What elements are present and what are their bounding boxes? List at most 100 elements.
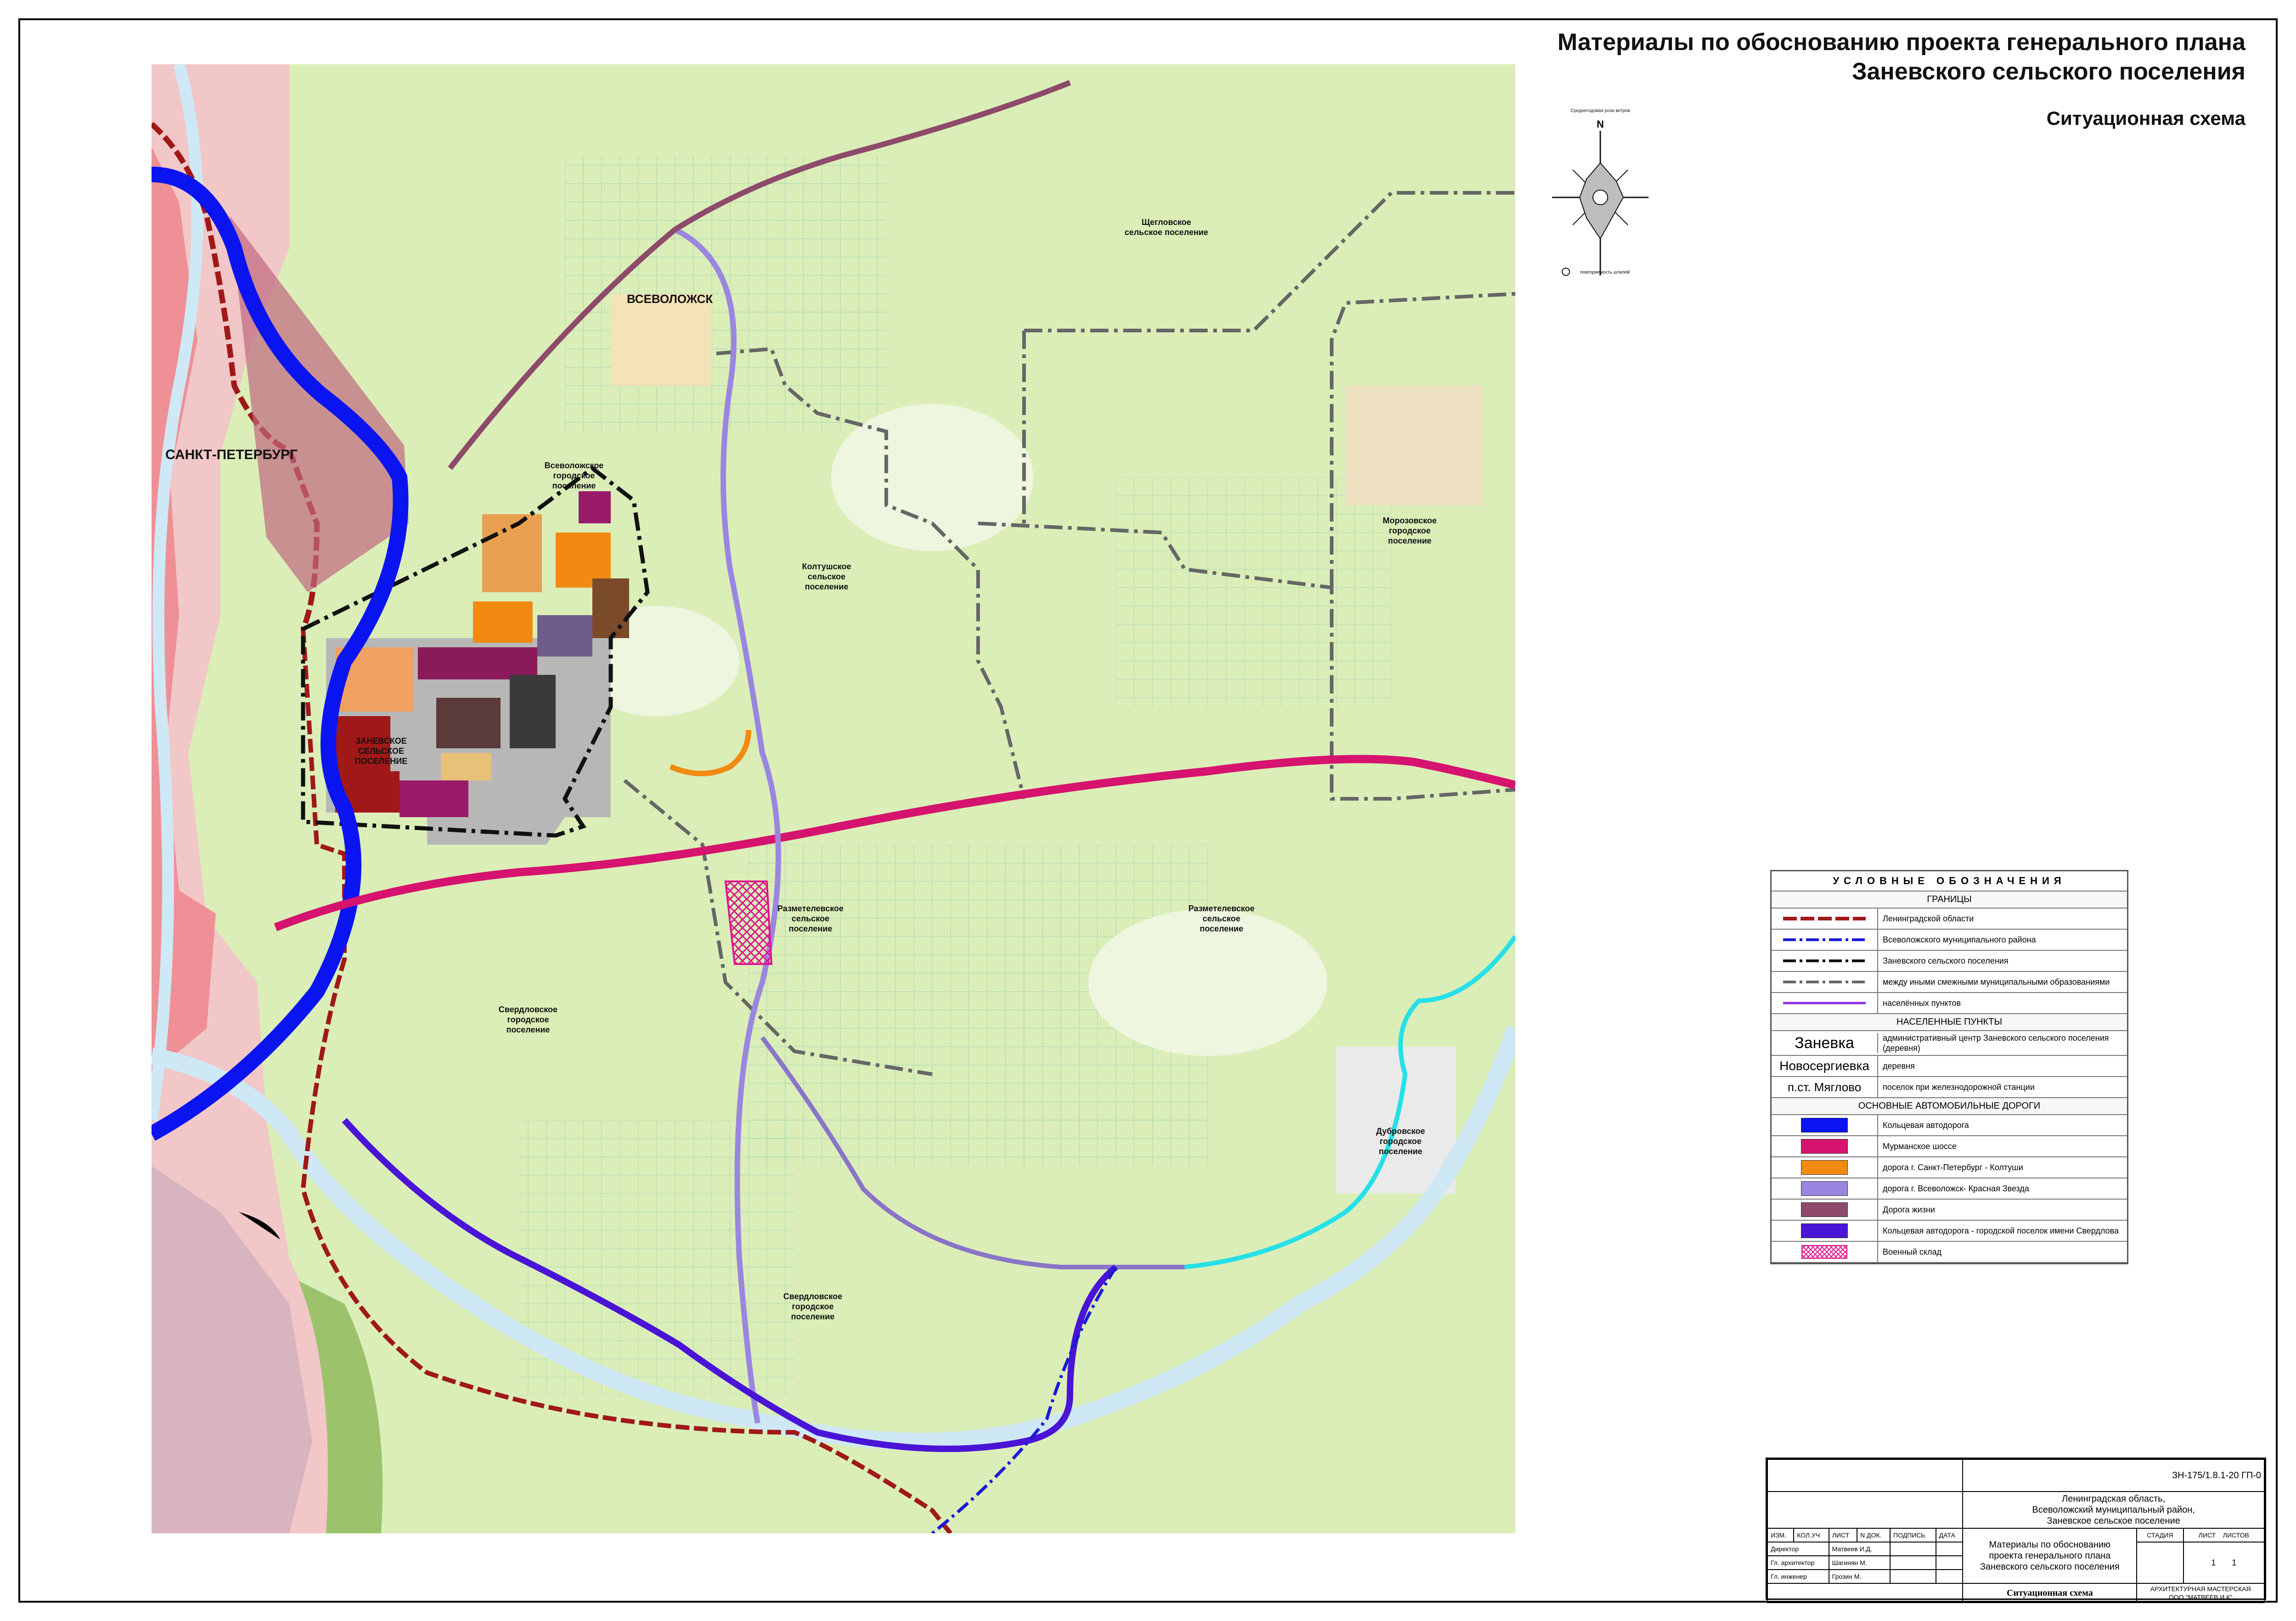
stamp-stage-label: СТАДИЯ — [2136, 1528, 2184, 1542]
legend-road-label: Кольцевая автодорога - городской поселок… — [1883, 1226, 2119, 1235]
label-dubrovskoe-3: поселение — [1379, 1147, 1423, 1156]
stamp-region-1: Ленинградская область, — [2062, 1494, 2166, 1504]
label-razmetelevskoe-e-2: сельское — [1203, 914, 1240, 923]
label-koltushskoe-2: сельское — [808, 572, 845, 581]
stamp-name: Шагинян М. — [1828, 1555, 1891, 1570]
legend-settlement-label: деревня — [1883, 1061, 1915, 1071]
legend-road-label: дорога г. Всеволожск- Красная Звезда — [1883, 1184, 2029, 1193]
legend-row-road: Мурманское шоссе — [1772, 1136, 2127, 1157]
legend-row-road: Кольцевая автодорога - городской поселок… — [1772, 1221, 2127, 1242]
label-dubrovskoe-2: городское — [1380, 1137, 1422, 1146]
stamp-firm-2: ООО "МАТВЕЕВ И К" — [2168, 1593, 2233, 1601]
stamp-region-2: Всеволожский муниципальный район, — [2032, 1505, 2195, 1515]
legend-settlement-symbol: Заневка — [1795, 1034, 1854, 1052]
label-sverdlovskoe-s-3: поселение — [791, 1312, 835, 1321]
stamp-col: ЛИСТ — [1828, 1528, 1858, 1542]
legend-row-road: Кольцевая автодорога — [1772, 1115, 2127, 1136]
label-sverdlovskoe-w-1: Свердловское — [499, 1005, 557, 1014]
label-sverdlovskoe-s-2: городское — [792, 1302, 834, 1311]
stamp-col: ДАТА — [1935, 1528, 1964, 1542]
stamp-sheet-label: ЛИСТ — [2198, 1531, 2216, 1539]
stamp-name: Грозин М. — [1828, 1569, 1891, 1584]
legend-border-label: Всеволожского муниципального района — [1883, 935, 2036, 944]
label-razmetelevskoe-w-3: поселение — [789, 924, 833, 933]
compass-label-top: Среднегодовая роза ветров — [1570, 108, 1630, 113]
legend-border-label: Ленинградской области — [1883, 914, 1974, 923]
legend-border-label: населённых пунктов — [1883, 998, 1961, 1008]
stamp-name: Матвеев И.Д. — [1828, 1542, 1891, 1556]
legend-row-zanevskoe-border: Заневского сельского поселения — [1772, 951, 2127, 972]
label-razmetelevskoe-e-1: Разметелевское — [1188, 904, 1255, 913]
title-block: Материалы по обоснованию проекта генерал… — [1558, 28, 2245, 129]
legend-row-settlement-border: населённых пунктов — [1772, 993, 2127, 1014]
stamp-code: ЗН-175/1.8.1-20 ГП-0 — [1962, 1459, 2265, 1492]
legend-row-district-border: Всеволожского муниципального района — [1772, 930, 2127, 951]
label-saint-petersburg: САНКТ-ПЕТЕРБУРГ — [165, 447, 298, 462]
legend-header: УСЛОВНЫЕ ОБОЗНАЧЕНИЯ — [1772, 871, 2127, 892]
label-shcheglovskoe-1: Щегловское — [1142, 218, 1191, 227]
legend-settlement-label: поселок при железнодорожной станции — [1883, 1083, 2035, 1092]
legend-row-village: Новосергиевка деревня — [1772, 1056, 2127, 1077]
label-koltushskoe-1: Колтушское — [802, 562, 851, 571]
legend-section-borders: ГРАНИЦЫ — [1772, 892, 2127, 909]
label-sverdlovskoe-s-1: Свердловское — [783, 1292, 842, 1301]
stamp-drawing-name: Ситуационная схема — [1962, 1583, 2138, 1603]
title-stamp: ЗН-175/1.8.1-20 ГП-0 Ленинградская облас… — [1766, 1458, 2266, 1603]
legend: УСЛОВНЫЕ ОБОЗНАЧЕНИЯ ГРАНИЦЫ Ленинградск… — [1770, 870, 2128, 1264]
legend-road-label: Военный склад — [1883, 1247, 1941, 1256]
title-line-1: Материалы по обоснованию проекта генерал… — [1557, 29, 2245, 56]
wind-rose-compass: Среднегодовая роза ветров N повторяемост… — [1548, 106, 1653, 285]
situation-map: САНКТ-ПЕТЕРБУРГ ВСЕВОЛОЖСК ЗАНЕВСКОЕ СЕЛ… — [152, 64, 1515, 1533]
legend-section-roads: ОСНОВНЫЕ АВТОМОБИЛЬНЫЕ ДОРОГИ — [1772, 1098, 2127, 1115]
stamp-col: КОЛ.УЧ — [1793, 1528, 1829, 1542]
label-vsevolozhsk: ВСЕВОЛОЖСК — [627, 292, 713, 306]
legend-row-station-settlement: п.ст. Мяглово поселок при железнодорожно… — [1772, 1077, 2127, 1098]
stamp-col: ПОДПИСЬ — [1890, 1528, 1936, 1542]
stamp-project-1: Материалы по обоснованию — [1989, 1540, 2111, 1550]
stamp-sheet: 1 — [2211, 1558, 2216, 1567]
stamp-col: ИЗМ. — [1767, 1528, 1795, 1542]
label-zanevskoe-2: СЕЛЬСКОЕ — [358, 746, 404, 756]
stamp-firm-1: АРХИТЕКТУРНАЯ МАСТЕРСКАЯ — [2150, 1585, 2251, 1593]
military-warehouse — [724, 881, 773, 965]
stamp-role: Гл. архитектор — [1767, 1555, 1829, 1570]
legend-row-road: Дорога жизни — [1772, 1200, 2127, 1221]
label-vsevolozhskoe-3: поселение — [552, 481, 596, 490]
legend-row-road: дорога г. Санкт-Петербург - Колтуши — [1772, 1157, 2127, 1178]
label-morozovskoe-3: поселение — [1388, 536, 1432, 545]
legend-row-other-border: между иными смежными муниципальными обра… — [1772, 972, 2127, 993]
compass-north-label: N — [1597, 118, 1604, 130]
legend-row-military: Военный склад — [1772, 1242, 2127, 1263]
stamp-project-2: проекта генерального плана — [1989, 1551, 2111, 1561]
label-morozovskoe-1: Морозовское — [1383, 516, 1437, 525]
map-subtitle: Ситуационная схема — [2046, 107, 2245, 129]
label-razmetelevskoe-w-2: сельское — [792, 914, 829, 923]
label-koltushskoe-3: поселение — [805, 582, 849, 591]
label-morozovskoe-2: городское — [1389, 526, 1431, 535]
legend-row-oblast-border: Ленинградской области — [1772, 909, 2127, 930]
legend-road-label: дорога г. Санкт-Петербург - Колтуши — [1883, 1163, 2023, 1172]
stamp-role: Директор — [1767, 1542, 1829, 1556]
vsevolozhsk-urban-area — [611, 294, 712, 386]
legend-road-label: Дорога жизни — [1883, 1205, 1935, 1214]
compass-label-bottom: повторяемость штилей — [1580, 270, 1630, 275]
label-sverdlovskoe-w-3: поселение — [506, 1025, 550, 1034]
stamp-sheets: 1 — [2232, 1558, 2237, 1567]
stamp-project-3: Заневского сельского поселения — [1980, 1562, 2120, 1572]
legend-road-label: Мурманское шоссе — [1883, 1142, 1957, 1151]
legend-settlement-symbol: Новосергиевка — [1779, 1059, 1869, 1073]
label-vsevolozhskoe-1: Всеволожское — [545, 461, 604, 470]
legend-border-label: Заневского сельского поселения — [1883, 956, 2009, 965]
label-razmetelevskoe-w-1: Разметелевское — [777, 904, 844, 913]
label-vsevolozhskoe-2: городское — [553, 471, 595, 480]
label-razmetelevskoe-e-3: поселение — [1200, 924, 1244, 933]
legend-section-settlements: НАСЕЛЕННЫЕ ПУНКТЫ — [1772, 1014, 2127, 1031]
legend-border-label: между иными смежными муниципальными обра… — [1883, 977, 2110, 987]
legend-row-admin-center: Заневка административный центр Заневског… — [1772, 1031, 2127, 1056]
stamp-sheets-label: ЛИСТОВ — [2223, 1531, 2249, 1539]
label-zanevskoe-3: ПОСЕЛЕНИЕ — [355, 757, 408, 766]
title-line-2: Заневского сельского поселения — [1851, 58, 2245, 85]
legend-road-label: Кольцевая автодорога — [1883, 1121, 1969, 1130]
label-zanevskoe-1: ЗАНЕВСКОЕ — [355, 736, 407, 746]
legend-row-road: дорога г. Всеволожск- Красная Звезда — [1772, 1178, 2127, 1200]
